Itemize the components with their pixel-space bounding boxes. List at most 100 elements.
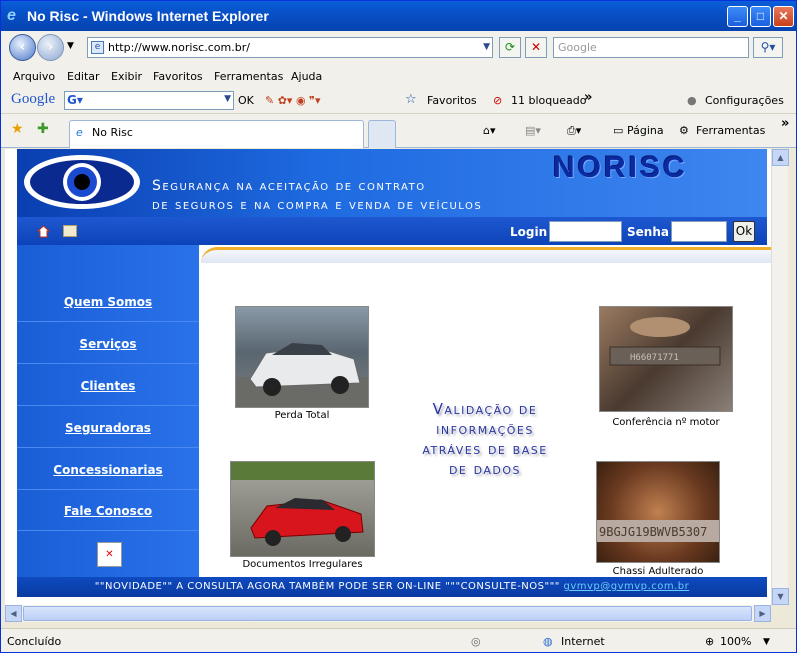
google-toolbar: Google G▾ ▼ OK ✎ ✿▾ ◉ ❞▾ ☆ Favoritos ⊘ 1…: [1, 88, 796, 114]
caption-chassi-adulterado: Chassi Adulterado: [612, 566, 704, 577]
privacy-icon[interactable]: ◎: [471, 635, 481, 648]
favoritos-button[interactable]: Favoritos: [427, 94, 477, 107]
minimize-button[interactable]: _: [727, 6, 748, 27]
login-label: Login: [510, 225, 548, 239]
stop-button[interactable]: ✕: [525, 37, 547, 58]
google-ok-button[interactable]: OK: [238, 94, 254, 107]
menu-ferramentas[interactable]: Ferramentas: [214, 70, 283, 83]
caption-documentos-irregulares: Documentos Irregulares: [242, 559, 363, 570]
url-dropdown-icon[interactable]: ▼: [483, 38, 490, 57]
print-icon[interactable]: ⎙▾: [567, 124, 581, 138]
senha-input[interactable]: [671, 221, 727, 242]
site-brand: NORISC: [553, 151, 688, 184]
scroll-up-button[interactable]: ▲: [772, 149, 789, 166]
nav-servicos[interactable]: Serviços: [17, 324, 199, 364]
zoom-level[interactable]: 100%: [720, 635, 751, 648]
tools-menu-button[interactable]: Ferramentas: [696, 124, 765, 137]
back-button[interactable]: ‹: [9, 34, 36, 61]
menu-favoritos[interactable]: Favoritos: [153, 70, 203, 83]
login-bar: Login Senha Ok: [17, 217, 767, 245]
menu-ajuda[interactable]: Ajuda: [291, 70, 322, 83]
photo-perda-total: [235, 306, 369, 408]
photo-chassi-adulterado: 9BGJG19BWVB5307: [596, 461, 720, 563]
tools-gear-icon: ⚙: [679, 124, 689, 137]
home-icon[interactable]: ⌂▾: [483, 124, 496, 137]
site-tagline-2: de seguros e na compra e venda de veícul…: [152, 197, 483, 213]
footer-text: ""NOVIDADE"" A CONSULTA AGORA TAMBÉM POD…: [94, 581, 564, 592]
photo-conferencia-motor: H66071771: [599, 306, 733, 412]
validation-line-3: atráves de base: [422, 440, 548, 458]
history-dropdown-icon[interactable]: ▼: [67, 41, 74, 51]
search-input[interactable]: Google: [553, 37, 749, 58]
configuracoes-button[interactable]: Configurações: [705, 94, 784, 107]
site-mail-icon[interactable]: [63, 225, 77, 237]
login-ok-button[interactable]: Ok: [733, 221, 755, 242]
feeds-icon[interactable]: ▤▾: [525, 124, 541, 137]
menu-editar[interactable]: Editar: [67, 70, 100, 83]
caption-perda-total: Perda Total: [274, 410, 330, 421]
chassi-number: 9BGJG19BWVB5307: [599, 525, 707, 539]
caption-conferencia-motor: Conferência nº motor: [612, 417, 720, 428]
browser-window: e No Risc - Windows Internet Explorer _ …: [0, 0, 797, 653]
horizontal-scrollbar[interactable]: ◀ ▶: [5, 605, 771, 622]
page-content: NORISC Segurança na aceitação de contrat…: [5, 149, 771, 605]
title-bar: e No Risc - Windows Internet Explorer _ …: [1, 1, 796, 31]
tab-bar: ★ ✚ e No Risc ⌂▾ ▤▾ ⎙▾ ▭ Página ⚙ Ferram…: [1, 114, 796, 148]
new-tab-button[interactable]: [368, 120, 396, 148]
site-footer: ""NOVIDADE"" A CONSULTA AGORA TAMBÉM POD…: [17, 577, 767, 597]
window-title: No Risc - Windows Internet Explorer: [27, 8, 269, 24]
nav-fale-conosco[interactable]: Fale Conosco: [17, 491, 199, 531]
page-menu-button[interactable]: Página: [627, 124, 664, 137]
zoom-dropdown-icon[interactable]: ▼: [763, 637, 770, 647]
google-g-icon: G▾: [67, 93, 83, 107]
address-input[interactable]: e http://www.norisc.com.br/ ▼: [87, 37, 493, 58]
toolbar-tool-icons[interactable]: ✎ ✿▾ ◉ ❞▾: [265, 94, 320, 107]
svg-text:H66071771: H66071771: [630, 353, 679, 363]
validation-line-4: de dados: [448, 460, 522, 478]
photo-documentos-irregulares: [230, 461, 375, 557]
url-text: http://www.norisc.com.br/: [108, 41, 250, 54]
tab-no-risc[interactable]: e No Risc: [69, 120, 364, 148]
nav-clientes[interactable]: Clientes: [17, 366, 199, 406]
menu-arquivo[interactable]: Arquivo: [13, 70, 55, 83]
settings-icon: ●: [687, 94, 697, 107]
close-button[interactable]: ✕: [773, 6, 794, 27]
refresh-button[interactable]: ⟳: [499, 37, 521, 58]
popup-blocker-icon: ⊘: [493, 94, 503, 107]
popup-blocked-count[interactable]: 11 bloqueado: [511, 94, 586, 107]
site-tagline-1: Segurança na aceitação de contrato: [152, 178, 426, 194]
menu-bar: Arquivo Editar Exibir Favoritos Ferramen…: [1, 64, 796, 88]
forward-button[interactable]: ›: [37, 34, 64, 61]
add-favorite-icon[interactable]: ✚: [37, 121, 49, 137]
nav-seguradoras[interactable]: Seguradoras: [17, 408, 199, 448]
scroll-left-button[interactable]: ◀: [5, 605, 22, 622]
login-input[interactable]: [549, 221, 622, 242]
page-icon: e: [91, 41, 104, 54]
status-bar: Concluído ◎ ◍ Internet ⊕ 100% ▼: [1, 628, 796, 652]
address-bar: ‹ › ▼ e http://www.norisc.com.br/ ▼ ⟳ ✕ …: [1, 31, 796, 64]
scroll-right-button[interactable]: ▶: [754, 605, 771, 622]
status-text: Concluído: [7, 635, 62, 648]
toolbar-overflow-button[interactable]: »: [584, 90, 592, 105]
star-icon: ☆: [405, 92, 417, 107]
nav-quem-somos[interactable]: Quem Somos: [17, 282, 199, 322]
maximize-button[interactable]: □: [750, 6, 771, 27]
google-search-input[interactable]: G▾ ▼: [64, 91, 234, 110]
google-dropdown-icon[interactable]: ▼: [224, 94, 231, 104]
eye-logo-icon: [24, 155, 140, 209]
validation-text: Validação de informações atráves de base…: [385, 399, 585, 479]
favorites-star-icon[interactable]: ★: [11, 121, 24, 137]
horizontal-scroll-thumb[interactable]: [23, 606, 752, 621]
tab-label: No Risc: [92, 126, 133, 139]
search-button[interactable]: ⚲▾: [753, 37, 783, 58]
scroll-down-button[interactable]: ▼: [772, 588, 789, 605]
globe-icon: ◍: [543, 635, 553, 648]
command-overflow-button[interactable]: »: [781, 116, 789, 131]
ie-logo-icon: e: [7, 7, 16, 24]
menu-exibir[interactable]: Exibir: [111, 70, 142, 83]
nav-concessionarias[interactable]: Concessionarias: [17, 450, 199, 490]
site-banner: NORISC Segurança na aceitação de contrat…: [17, 149, 767, 217]
site-home-icon[interactable]: [37, 225, 50, 238]
footer-email-link[interactable]: gvmvp@gvmvp.com.br: [563, 581, 689, 592]
vertical-scrollbar[interactable]: ▲ ▼: [771, 149, 789, 605]
